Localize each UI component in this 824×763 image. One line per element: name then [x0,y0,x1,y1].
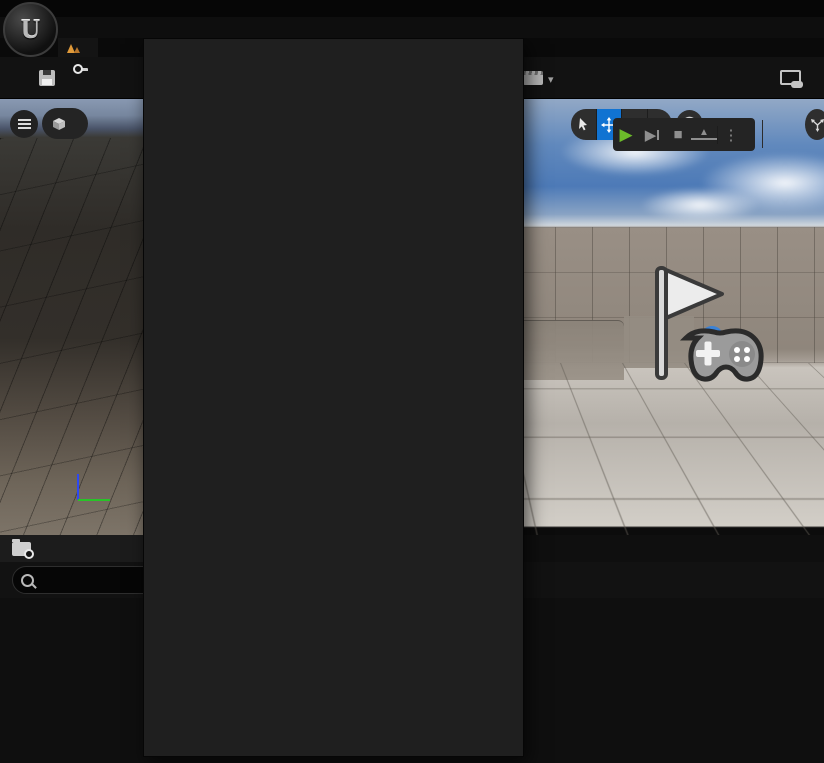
level-icon [66,41,81,54]
stop-button[interactable]: ■ [665,126,691,143]
cube-icon [52,117,66,131]
cursor-icon [576,117,591,132]
select-tool-button[interactable] [571,109,597,140]
perspective-selector[interactable] [42,108,88,139]
tab-map-world[interactable] [58,38,98,57]
eject-button[interactable]: ▲ [691,129,717,140]
player-start-sprite[interactable] [640,266,785,401]
chevron-down-icon[interactable]: ▾ [548,73,554,86]
frame-skip-button[interactable]: ▶ [639,126,665,144]
viewport-menu-button[interactable] [10,110,38,138]
unreal-logo: U [3,2,58,57]
toolbar-divider [762,120,763,148]
play-options-menu[interactable]: ⋮ [717,126,744,144]
ue-editor-window: U ▾ ▶ ▶ ■ ▲ ⋮ [0,0,824,763]
save-icon[interactable] [39,70,55,86]
cinematics-icon[interactable] [523,71,543,85]
play-controls: ▶ ▶ ■ ▲ ⋮ [613,118,755,151]
main-menubar [0,17,824,38]
hamburger-icon [18,123,31,125]
cloud [640,188,760,222]
content-browser-icon [12,542,31,556]
snap-icon [810,117,824,132]
grid-snap-button[interactable] [805,109,824,140]
annotation-menu-row [0,0,824,17]
window-menu-popup [143,38,524,757]
axis-gizmo [66,466,126,511]
play-button[interactable]: ▶ [613,125,639,145]
platforms-icon[interactable] [780,70,801,85]
search-icon [21,574,34,587]
